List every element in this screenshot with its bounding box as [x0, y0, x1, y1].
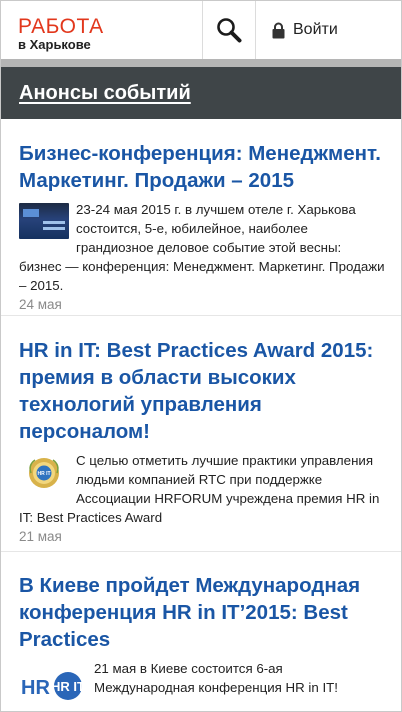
award-thumbnail[interactable]: HR IT — [19, 454, 69, 492]
search-icon — [217, 18, 242, 43]
hr-in-it-thumbnail[interactable]: HR HR IT — [19, 662, 87, 702]
site-logo[interactable]: РАБОТА в Харькове — [18, 16, 104, 51]
thumb-logo-text: HR IT — [51, 679, 85, 694]
article-title-link[interactable]: В Киеве пройдет Международная конференци… — [19, 572, 385, 653]
search-button[interactable] — [203, 1, 255, 59]
header-stripe — [1, 59, 401, 67]
article-date: 24 мая — [19, 297, 62, 312]
section-header: Анонсы событий — [1, 67, 401, 119]
section-title-link[interactable]: Анонсы событий — [19, 82, 191, 105]
logo-title: РАБОТА — [18, 15, 104, 38]
logo-subtitle: в Харькове — [18, 37, 91, 52]
article-date: 21 мая — [19, 529, 62, 544]
article-item: Бизнес-конференция: Менеджмент. Маркетин… — [1, 140, 401, 312]
article-item: HR in IT: Best Practices Award 2015: пре… — [1, 337, 401, 544]
article-text: 23-24 мая 2015 г. в лучшем отеле г. Харь… — [19, 202, 385, 293]
article-title-link[interactable]: HR in IT: Best Practices Award 2015: пре… — [19, 337, 385, 445]
header: РАБОТА в Харькове Войти — [1, 1, 401, 67]
article-text: 21 мая в Киеве состоится 6-ая Международ… — [94, 661, 338, 695]
article-thumbnail[interactable] — [19, 203, 69, 239]
article-item: В Киеве пройдет Международная конференци… — [1, 572, 401, 704]
article-text: С целью отметить лучшие практики управле… — [19, 453, 380, 525]
article-body: HR IT С целью отметить лучшие практики у… — [19, 451, 385, 527]
svg-text:HR: HR — [21, 677, 50, 699]
login-button[interactable]: Войти — [256, 1, 401, 59]
article-title-link[interactable]: Бизнес-конференция: Менеджмент. Маркетин… — [19, 140, 385, 194]
divider — [1, 315, 401, 316]
svg-text:HR IT: HR IT — [37, 471, 50, 477]
article-body: 23-24 мая 2015 г. в лучшем отеле г. Харь… — [19, 200, 385, 295]
login-label: Войти — [293, 21, 338, 38]
lock-icon — [272, 22, 285, 38]
article-body: HR HR IT 21 мая в Киеве состоится 6-ая М… — [19, 659, 385, 700]
divider — [1, 551, 401, 552]
page: РАБОТА в Харькове Войти Анонсы событий Б… — [0, 0, 402, 712]
